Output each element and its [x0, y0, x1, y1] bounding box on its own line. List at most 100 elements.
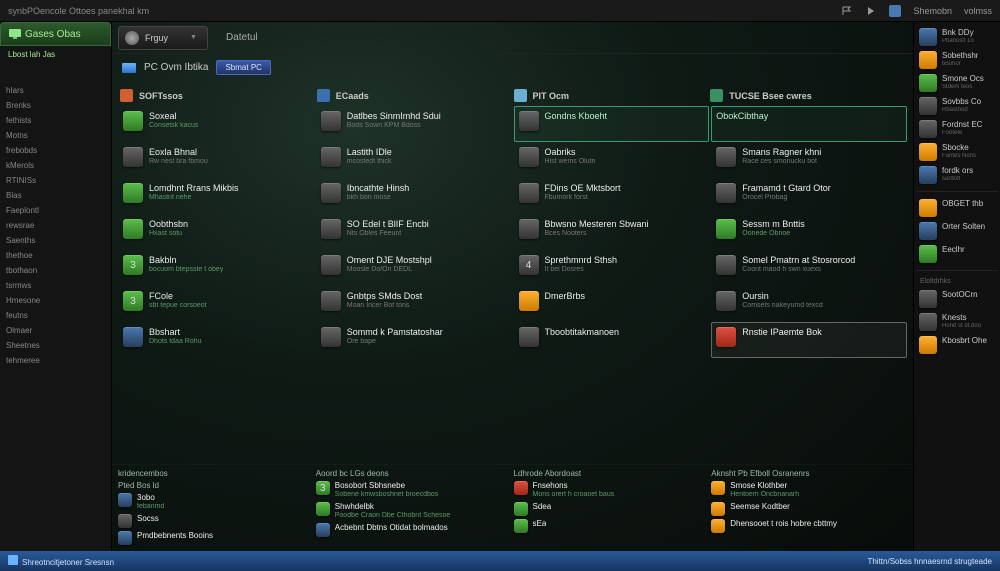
play-icon[interactable]: [865, 5, 877, 17]
grid-item-1-2[interactable]: OabriksHist wems Olutn: [514, 142, 710, 178]
breadcrumb-pill[interactable]: Sbmat PC: [216, 60, 270, 75]
taskbar-left[interactable]: Shreotncitjetoner Sresnsn: [22, 558, 114, 567]
grid-item-4-2[interactable]: 4Sprethmnrd SthshIt bel Dosres: [514, 250, 710, 286]
bottom-lead: kridencembos: [118, 469, 314, 478]
right-item[interactable]: OBGET thb: [916, 197, 998, 219]
right-item[interactable]: fordk orssardoft: [916, 164, 998, 186]
grid-item-5-0[interactable]: 3FColesbt tepue corsoeot: [118, 286, 314, 322]
item-title: FDins OE Mktsbort: [545, 183, 621, 194]
right-item[interactable]: SootOCrn: [916, 288, 998, 310]
grid-item-2-2[interactable]: FDins OE MktsbortFbumork forst: [514, 178, 710, 214]
item-title: Lomdhnt Rrans Mikbis: [149, 183, 239, 194]
grid-item-0-1[interactable]: Datlbes SinmImhd SduiBods Sown KPM Bdoss: [316, 106, 512, 142]
sidebar-cat-7[interactable]: Blas: [0, 188, 111, 203]
column-icon: [317, 89, 330, 102]
right-item[interactable]: Sobethshrbouhor: [916, 49, 998, 71]
grid-item-3-0[interactable]: OobthsbnHxast sotu: [118, 214, 314, 250]
grid-item-5-1[interactable]: Gnbtps SMds DostMoan Incer Bot tons: [316, 286, 512, 322]
app-icon: [519, 291, 539, 311]
bottom-item-2-2[interactable]: sEa: [514, 519, 710, 533]
grid-item-6-1[interactable]: Sommd k PamstatosharOre bape: [316, 322, 512, 358]
monitor-icon: [9, 29, 21, 39]
right-item[interactable]: SbockeFantes Nons: [916, 141, 998, 163]
sidebar-cat-2[interactable]: fethists: [0, 113, 111, 128]
taskbar[interactable]: Shreotncitjetoner Sresnsn Thittn/Sobss h…: [0, 551, 1000, 571]
grid-item-5-3[interactable]: OursinComsets nakeyumd texcd: [711, 286, 907, 322]
column-icon: [710, 89, 723, 102]
right-item[interactable]: Fordnst ECFootete: [916, 118, 998, 140]
sidebar-cat-17[interactable]: Sheetnes: [0, 338, 111, 353]
bottom-item-3-2[interactable]: Dhensooet t rois hobre cbttmy: [711, 519, 907, 533]
app-icon: [716, 255, 736, 275]
grid-item-2-1[interactable]: Ibncathte Hinshbkh bon mose: [316, 178, 512, 214]
grid-item-6-3[interactable]: Rnstie IPaemte Bok: [711, 322, 907, 358]
sidebar-cat-9[interactable]: rewsrae: [0, 218, 111, 233]
sidebar-cat-0[interactable]: hIars: [0, 83, 111, 98]
grid-item-2-3[interactable]: Framamd t Gtard OtorOrocel Probag: [711, 178, 907, 214]
sidebar-cat-1[interactable]: Brenks: [0, 98, 111, 113]
right-item[interactable]: Bnk DDyPbanoslt 1o: [916, 26, 998, 48]
item-subtitle: Comsets nakeyumd texcd: [742, 302, 823, 310]
grid-item-1-1[interactable]: Lastith IDlemcostedt thick: [316, 142, 512, 178]
grid-item-6-0[interactable]: BbshartDhots tdaa Rohu: [118, 322, 314, 358]
sidebar-cat-12[interactable]: tbothaon: [0, 263, 111, 278]
bottom-item-1-1[interactable]: ShwhdelbkPoodbe Craon Dbe Cthobnt Scheso…: [316, 502, 512, 520]
start-icon[interactable]: [8, 555, 18, 565]
grid-item-4-3[interactable]: Somel Pmatrn at StosrorcodCoont maod h s…: [711, 250, 907, 286]
header-tab[interactable]: Datetul: [218, 28, 266, 47]
right-item[interactable]: Smone OcsStdem teos: [916, 72, 998, 94]
right-item[interactable]: Kbosbrt Ohe: [916, 334, 998, 356]
top-bar: synbPOencole Ottoes panekhal km Shemobn …: [0, 0, 1000, 22]
bottom-item-1-0[interactable]: 3Bosobort SbhsnebeSobene kmwsboshnet bro…: [316, 481, 512, 499]
bottom-item-0-0[interactable]: 3obofebanmd: [118, 493, 314, 511]
grid-item-1-3[interactable]: Smans Ragner khniRace ces smonucku bot: [711, 142, 907, 178]
app-icon: [711, 502, 725, 516]
bottom-item-2-1[interactable]: Sdea: [514, 502, 710, 516]
sidebar-cat-14[interactable]: Hmesone: [0, 293, 111, 308]
grid-item-3-1[interactable]: SO Edel t BlIF EncbiNts Obles Feeunt: [316, 214, 512, 250]
app-icon[interactable]: [889, 5, 901, 17]
grid-item-0-3[interactable]: ObokCibthay: [711, 106, 907, 142]
grid-item-6-2[interactable]: Tboobtitakmanoen: [514, 322, 710, 358]
bottom-section: kridencembosPted Bos ld3obofebanmdSocssP…: [112, 464, 913, 551]
category-dropdown[interactable]: Frguy ▼: [118, 26, 208, 50]
bottom-item-1-2[interactable]: Acbebnt Dbtns Otidat bolmados: [316, 523, 512, 537]
sidebar-cat-18[interactable]: tehmeree: [0, 353, 111, 368]
sidebar-cat-16[interactable]: Olmaer: [0, 323, 111, 338]
bottom-item-2-0[interactable]: FnsehonsMons orert h croaoet baus: [514, 481, 710, 499]
grid-item-2-0[interactable]: Lomdhnt Rrans MikbisMhastnt nehe: [118, 178, 314, 214]
right-item[interactable]: KnestsHond st ot.doo: [916, 311, 998, 333]
sidebar-cat-6[interactable]: RTINISs: [0, 173, 111, 188]
topbar-text-2[interactable]: volmss: [964, 6, 992, 16]
grid-item-1-0[interactable]: Eoxla BhnalRw nest bra fbmou: [118, 142, 314, 178]
sidebar-cat-10[interactable]: Saenths: [0, 233, 111, 248]
app-icon: [118, 531, 132, 545]
sidebar-cat-4[interactable]: frebobds: [0, 143, 111, 158]
grid-item-3-3[interactable]: Sessm m BnttisOonede Obnoe: [711, 214, 907, 250]
app-icon: 4: [519, 255, 539, 275]
sidebar-cat-13[interactable]: tsrmws: [0, 278, 111, 293]
sidebar-cat-15[interactable]: feutns: [0, 308, 111, 323]
bottom-item-0-2[interactable]: Pmdbebnents Booins: [118, 531, 314, 545]
sidebar-cat-11[interactable]: thethoe: [0, 248, 111, 263]
grid-item-3-2[interactable]: Bbwsno Mesteren SbwaniBces Nooters: [514, 214, 710, 250]
grid-item-5-2[interactable]: DmerBrbs: [514, 286, 710, 322]
item-title: DmerBrbs: [545, 291, 586, 302]
flag-icon[interactable]: [841, 5, 853, 17]
bottom-item-3-0[interactable]: Smose KlothberHentoem Oncbnanarh: [711, 481, 907, 499]
sidebar-tab-games[interactable]: Gases Obas: [0, 22, 111, 46]
right-item[interactable]: Eeclhr: [916, 243, 998, 265]
sidebar-cat-3[interactable]: Motns: [0, 128, 111, 143]
grid-item-0-2[interactable]: Gondns Kboeht: [514, 106, 710, 142]
right-item[interactable]: Sovbbs CoRbastnod: [916, 95, 998, 117]
bottom-item-3-1[interactable]: Seemse Kodtber: [711, 502, 907, 516]
grid-item-4-0[interactable]: 3Bakblnbocuom btepsste t obey: [118, 250, 314, 286]
topbar-text-1[interactable]: Shemobn: [913, 6, 952, 16]
grid-item-4-1[interactable]: Oment DJE MostshplMoosle Do/On DEDL: [316, 250, 512, 286]
bottom-item-0-1[interactable]: Socss: [118, 514, 314, 528]
sidebar-cat-8[interactable]: Faeplontl: [0, 203, 111, 218]
grid-item-0-0[interactable]: SoxealConsetsk kacus: [118, 106, 314, 142]
pc-icon: [122, 63, 136, 73]
sidebar-cat-5[interactable]: kMerols: [0, 158, 111, 173]
right-item[interactable]: Orter Solten: [916, 220, 998, 242]
